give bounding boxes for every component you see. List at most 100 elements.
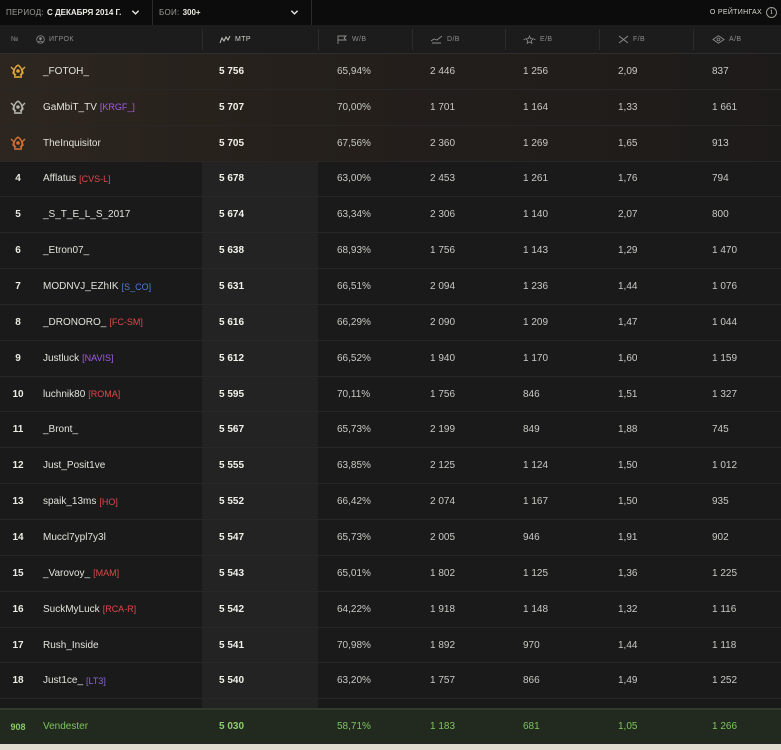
rank-cell: 11 xyxy=(6,413,30,448)
clan-tag[interactable]: [CVS-L] xyxy=(79,174,111,184)
ab-value: 902 xyxy=(712,531,729,543)
clan-tag[interactable]: [KRGF_] xyxy=(100,102,135,112)
fb-value: 1,32 xyxy=(618,603,638,615)
clan-tag[interactable]: [FC-SM] xyxy=(109,317,143,327)
table-row[interactable]: 17 Rush_Inside 5 541 70,98% 1 892 970 1,44 1 11… xyxy=(0,628,781,664)
column-separator xyxy=(599,29,600,50)
table-row[interactable]: 16 SuckMyLuck [RCA-R] 5 542 64,22% 1 918 1 148… xyxy=(0,592,781,628)
table-row[interactable]: 11 _Bront_ 5 567 65,73% 2 199 849 1,88 745 xyxy=(0,413,781,449)
rank-cell: 15 xyxy=(6,556,30,591)
table-row[interactable]: 15 _Varovoy_ [MAM] 5 543 65,01% 1 802 1 125 1,3… xyxy=(0,556,781,592)
table-row[interactable]: 7 MODNVJ_EZhIK [S_CO] 5 631 66,51% 2 094 1 236… xyxy=(0,269,781,305)
fb-value: 1,05 xyxy=(618,721,638,732)
player-name[interactable]: TheInquisitor xyxy=(43,138,101,149)
player-name[interactable]: _DRONORO_ xyxy=(43,317,106,328)
player-name[interactable]: spaik_13ms xyxy=(43,496,96,507)
player-name[interactable]: Justluck xyxy=(43,353,79,364)
bronze-medal-icon xyxy=(8,134,28,152)
fb-value: 1,65 xyxy=(618,137,638,149)
player-cell: Rush_Inside xyxy=(43,628,99,663)
player-cell: _S_T_E_L_S_2017 xyxy=(43,197,130,232)
wb-value: 67,56% xyxy=(337,137,371,149)
player-cell: Just1ce_ [LT3] xyxy=(43,663,106,698)
clan-tag[interactable]: [S_CO] xyxy=(122,282,152,292)
header-wb[interactable]: W/B xyxy=(337,25,366,54)
assist-icon xyxy=(712,35,725,44)
player-name[interactable]: _Etron07_ xyxy=(43,245,89,256)
header-player[interactable]: ИГРОК xyxy=(36,25,74,54)
ab-value: 1 044 xyxy=(712,316,738,328)
player-name[interactable]: luchnik80 xyxy=(43,389,85,400)
player-cell: Just_Posit1ve xyxy=(43,448,105,483)
table-row[interactable]: 13 spaik_13ms [HO] 5 552 66,42% 2 074 1 167 1,5… xyxy=(0,484,781,521)
ab-value: 1 116 xyxy=(712,603,737,615)
ab-value: 1 266 xyxy=(712,721,738,732)
mtr-value: 5 555 xyxy=(219,460,245,472)
player-name[interactable]: Afflatus xyxy=(43,173,76,184)
table-row[interactable]: 4 Afflatus [CVS-L] 5 678 63,00% 2 453 1 261 1,7… xyxy=(0,162,781,198)
table-row[interactable]: 18 Just1ce_ [LT3] 5 540 63,20% 1 757 866 1,49 1 … xyxy=(0,663,781,700)
table-row[interactable]: 10 luchnik80 [ROMA] 5 595 70,11% 1 756 846 1,51… xyxy=(0,377,781,413)
player-name[interactable]: _S_T_E_L_S_2017 xyxy=(43,209,130,220)
current-player-row[interactable]: 908 Vendester 5 030 58,71% 1 183 681 1,05 1 266 xyxy=(0,708,781,744)
eb-value: 946 xyxy=(523,531,540,543)
player-name[interactable]: GaMbiT_TV xyxy=(43,102,97,113)
mtr-value: 5 638 xyxy=(219,245,245,257)
clan-tag[interactable]: [MAM] xyxy=(93,568,119,578)
db-value: 2 446 xyxy=(430,65,456,77)
fb-value: 1,44 xyxy=(618,281,638,293)
player-name[interactable]: Rush_Inside xyxy=(43,640,99,651)
battles-filter-text: БОИ: 300+ xyxy=(159,7,201,18)
battles-dropdown[interactable]: БОИ: 300+ xyxy=(153,0,312,25)
rank-cell: 6 xyxy=(6,233,30,268)
fb-value: 1,91 xyxy=(618,531,638,543)
clan-tag[interactable]: [RCA-R] xyxy=(103,604,137,614)
player-name[interactable]: _Bront_ xyxy=(43,424,78,435)
db-value: 2 125 xyxy=(430,460,456,472)
db-value: 1 940 xyxy=(430,352,456,364)
table-row[interactable]: TheInquisitor 5 705 67,56% 2 360 1 269 1,65 91… xyxy=(0,125,781,162)
fb-value: 1,50 xyxy=(618,460,638,472)
wb-value: 65,73% xyxy=(337,531,371,543)
header-ab[interactable]: A/B xyxy=(712,25,741,54)
header-rank[interactable]: № xyxy=(11,25,19,54)
about-ratings-label: О РЕЙТИНГАХ xyxy=(709,9,762,16)
player-name[interactable]: Muccl7ypl7y3l xyxy=(43,532,106,543)
player-name[interactable]: Just_Posit1ve xyxy=(43,460,105,471)
rank-number: 15 xyxy=(12,567,24,579)
player-name[interactable]: Just1ce_ xyxy=(43,675,83,686)
player-name[interactable]: _Varovoy_ xyxy=(43,568,90,579)
table-row[interactable]: 8 _DRONORO_ [FC-SM] 5 616 66,29% 2 090 1 209 1,… xyxy=(0,305,781,341)
table-row[interactable]: 5 _S_T_E_L_S_2017 5 674 63,34% 2 306 1 140 2,0… xyxy=(0,197,781,234)
clan-tag[interactable]: [HO] xyxy=(99,497,118,507)
table-row[interactable]: 9 Justluck [NAVIS] 5 612 66,52% 1 940 1 170 1,6… xyxy=(0,341,781,377)
player-cell: Muccl7ypl7y3l xyxy=(43,520,106,555)
table-row[interactable]: 12 Just_Posit1ve 5 555 63,85% 2 125 1 124 1,50… xyxy=(0,448,781,485)
header-mtr[interactable]: МТР xyxy=(219,25,251,54)
clan-tag[interactable]: [LT3] xyxy=(86,676,106,686)
period-dropdown[interactable]: ПЕРИОД: С ДЕКАБРЯ 2014 Г. xyxy=(0,0,153,25)
eb-value: 1 124 xyxy=(523,460,549,472)
header-mtr-label: МТР xyxy=(235,36,251,43)
eb-value: 970 xyxy=(523,639,540,651)
table-row[interactable]: GaMbiT_TV [KRGF_] 5 707 70,00% 1 701 1 164 1,3… xyxy=(0,89,781,126)
player-name[interactable]: SuckMyLuck xyxy=(43,604,100,615)
player-name[interactable]: _FOTOH_ xyxy=(43,66,89,77)
player-name[interactable]: MODNVJ_EZhIK xyxy=(43,281,119,292)
header-db[interactable]: D/B xyxy=(430,25,460,54)
about-ratings-link[interactable]: О РЕЙТИНГАХ i xyxy=(710,0,777,25)
eb-value: 1 167 xyxy=(523,496,549,508)
player-name[interactable]: Vendester xyxy=(43,710,88,743)
chevron-down-icon xyxy=(131,10,140,15)
column-separator xyxy=(318,29,319,50)
damage-icon xyxy=(430,35,443,44)
clan-tag[interactable]: [NAVIS] xyxy=(82,353,113,363)
table-row[interactable]: 6 _Etron07_ 5 638 68,93% 1 756 1 143 1,29 1 470 xyxy=(0,233,781,270)
clan-tag[interactable]: [ROMA] xyxy=(88,389,120,399)
header-eb[interactable]: E/B xyxy=(523,25,552,54)
table-row[interactable]: 14 Muccl7ypl7y3l 5 547 65,73% 2 005 946 1,91 90… xyxy=(0,520,781,556)
eb-value: 1 170 xyxy=(523,352,549,364)
mtr-value: 5 541 xyxy=(219,639,245,651)
table-row[interactable]: _FOTOH_ 5 756 65,94% 2 446 1 256 2,09 837 xyxy=(0,54,781,90)
header-fb[interactable]: F/B xyxy=(618,25,645,54)
